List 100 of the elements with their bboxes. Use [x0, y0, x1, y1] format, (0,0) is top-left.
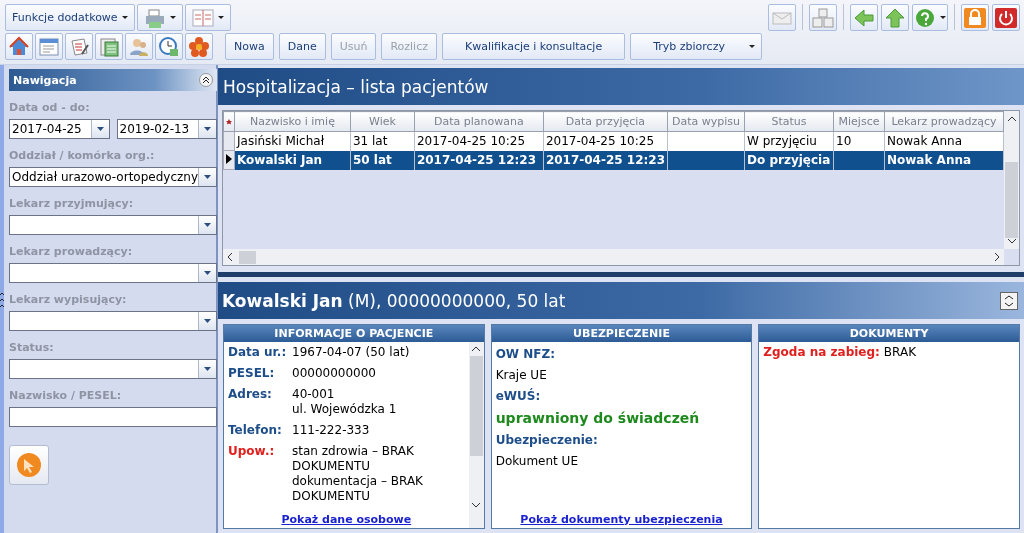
star-icon [226, 119, 232, 125]
info-value: dokumentacja – BRAK [292, 474, 424, 489]
caret-icon [217, 16, 224, 19]
column-header[interactable]: Data przyjęcia [543, 111, 668, 132]
info-value: Kraje UE [495, 368, 548, 382]
power-button[interactable] [992, 4, 1020, 31]
field-label: Lekarz przyjmujący: [9, 197, 135, 210]
scroll-down-icon [471, 502, 482, 508]
menu-dropdown[interactable]: Funkcje dodatkowe [5, 4, 135, 31]
scroll-up-icon [471, 346, 482, 352]
info-value: BRAK [883, 345, 918, 360]
back-arrow-button[interactable] [850, 4, 878, 31]
arrow-circle-icon [16, 452, 42, 478]
flower-icon [188, 35, 210, 58]
lock-button[interactable] [961, 4, 989, 31]
toolbar-button[interactable]: Nowa [225, 33, 274, 60]
dropdown-arrow-icon [96, 127, 104, 131]
info-value: DOKUMENTU [292, 489, 372, 504]
field-label: Data od - do: [9, 101, 91, 114]
expand-toggle-icon[interactable] [1000, 291, 1018, 310]
patient-title: Kowalski Jan (M), 00000000000, 50 lat [222, 290, 566, 311]
column-header[interactable]: Data planowana [414, 111, 544, 132]
info-value: stan zdrowia – BRAK [292, 444, 415, 459]
print-button[interactable] [136, 4, 183, 31]
vertical-scrollbar[interactable] [1004, 111, 1019, 249]
input-field[interactable] [9, 407, 217, 427]
column-header[interactable]: Lekarz prowadzący [884, 111, 1004, 132]
help-button[interactable] [912, 4, 948, 31]
dropdown-field[interactable] [9, 359, 217, 379]
dropdown-arrow-icon [204, 223, 211, 227]
people-button[interactable] [125, 33, 153, 60]
scroll-thumb[interactable] [239, 250, 256, 264]
back-arrow-icon [853, 7, 875, 28]
info-value: 111-222-333 [292, 423, 371, 438]
info-label: Data ur.: [228, 345, 288, 360]
dropdown-field[interactable] [9, 263, 217, 283]
info-value: Dokument UE [495, 454, 579, 468]
status-text: uprawniony do świadczeń [495, 410, 701, 426]
home-button[interactable] [5, 33, 33, 60]
panel-title: UBEZPIECZENIE [491, 325, 752, 342]
column-header[interactable]: Status [744, 111, 834, 132]
form-button[interactable] [35, 33, 63, 60]
calculator-button[interactable] [95, 33, 123, 60]
envelope-button[interactable] [768, 4, 796, 31]
info-value: 1967-04-07 (50 lat) [292, 345, 411, 360]
help-icon [914, 7, 936, 28]
info-label: eWUŚ: [495, 389, 542, 403]
details-link[interactable]: Pokaż dane osobowe [281, 513, 412, 526]
vertical-scrollbar[interactable] [468, 342, 484, 528]
clock-button[interactable] [155, 33, 183, 60]
caret-icon [748, 45, 755, 48]
panel-title: Nawigacja [13, 73, 77, 87]
panel-title: INFORMACJE O PACJENCIE [224, 325, 484, 342]
column-header[interactable]: Wiek [350, 111, 415, 132]
scroll-up-icon [1006, 116, 1017, 122]
horizontal-scrollbar[interactable] [223, 249, 1004, 265]
dropdown-field[interactable] [9, 311, 217, 331]
flower-button[interactable] [185, 33, 213, 60]
field-label: Nazwisko / PESEL: [9, 389, 123, 402]
info-label: OW NFZ: [495, 347, 556, 361]
details-link[interactable]: Pokaż dokumenty ubezpieczenia [520, 513, 723, 526]
toolbar-button[interactable]: Dane [278, 33, 326, 60]
column-header[interactable]: Nazwisko i imię [234, 111, 351, 132]
row-pointer-icon [226, 154, 232, 164]
column-header[interactable]: Miejsce [833, 111, 885, 132]
up-arrow-button[interactable] [881, 4, 909, 31]
search-button[interactable] [9, 445, 49, 485]
scroll-thumb[interactable] [469, 356, 483, 456]
info-value: 00000000000 [292, 366, 377, 381]
collapse-icon[interactable] [199, 73, 213, 87]
dropdown-arrow-icon [204, 319, 211, 323]
dropdown-arrow-icon [204, 367, 211, 371]
dropdown-field[interactable]: 2019-02-13 [116, 119, 217, 139]
dropdown-field[interactable]: 2017-04-25 [9, 119, 110, 139]
scroll-thumb[interactable] [1005, 162, 1018, 238]
info-value: DOKUMENTU [292, 459, 372, 474]
scroll-right-icon [994, 252, 1000, 262]
collapse-arrows-icon [0, 291, 4, 308]
info-value: ul. Wojewódzka 1 [292, 402, 398, 417]
home-icon [8, 35, 30, 58]
info-label: Zgoda na zabieg: [763, 345, 880, 360]
toolbar-button[interactable]: Kwalifikacje i konsultacje [442, 33, 626, 60]
toolbar-button[interactable]: Tryb zbiorczy [630, 33, 762, 60]
dropdown-arrow-icon [204, 271, 211, 275]
clock-icon [158, 35, 180, 58]
column-header[interactable]: Data wypisu [667, 111, 745, 132]
field-label: Oddział / komórka org.: [9, 149, 156, 162]
notes-button[interactable] [65, 33, 93, 60]
caret-icon [121, 16, 128, 19]
field-label: Lekarz wypisujący: [9, 293, 128, 306]
panel-title: DOKUMENTY [759, 325, 1019, 342]
lock-icon [964, 7, 986, 28]
dropdown-field[interactable] [9, 215, 217, 235]
caret-icon [169, 16, 176, 19]
printer-icon [143, 7, 166, 28]
power-icon [995, 7, 1017, 28]
dropdown-field[interactable]: Oddział urazowo-ortopedyczny [9, 167, 217, 187]
scroll-down-icon [1006, 238, 1017, 244]
dropdown-arrow-icon [204, 127, 211, 131]
layout-button[interactable] [184, 4, 231, 31]
